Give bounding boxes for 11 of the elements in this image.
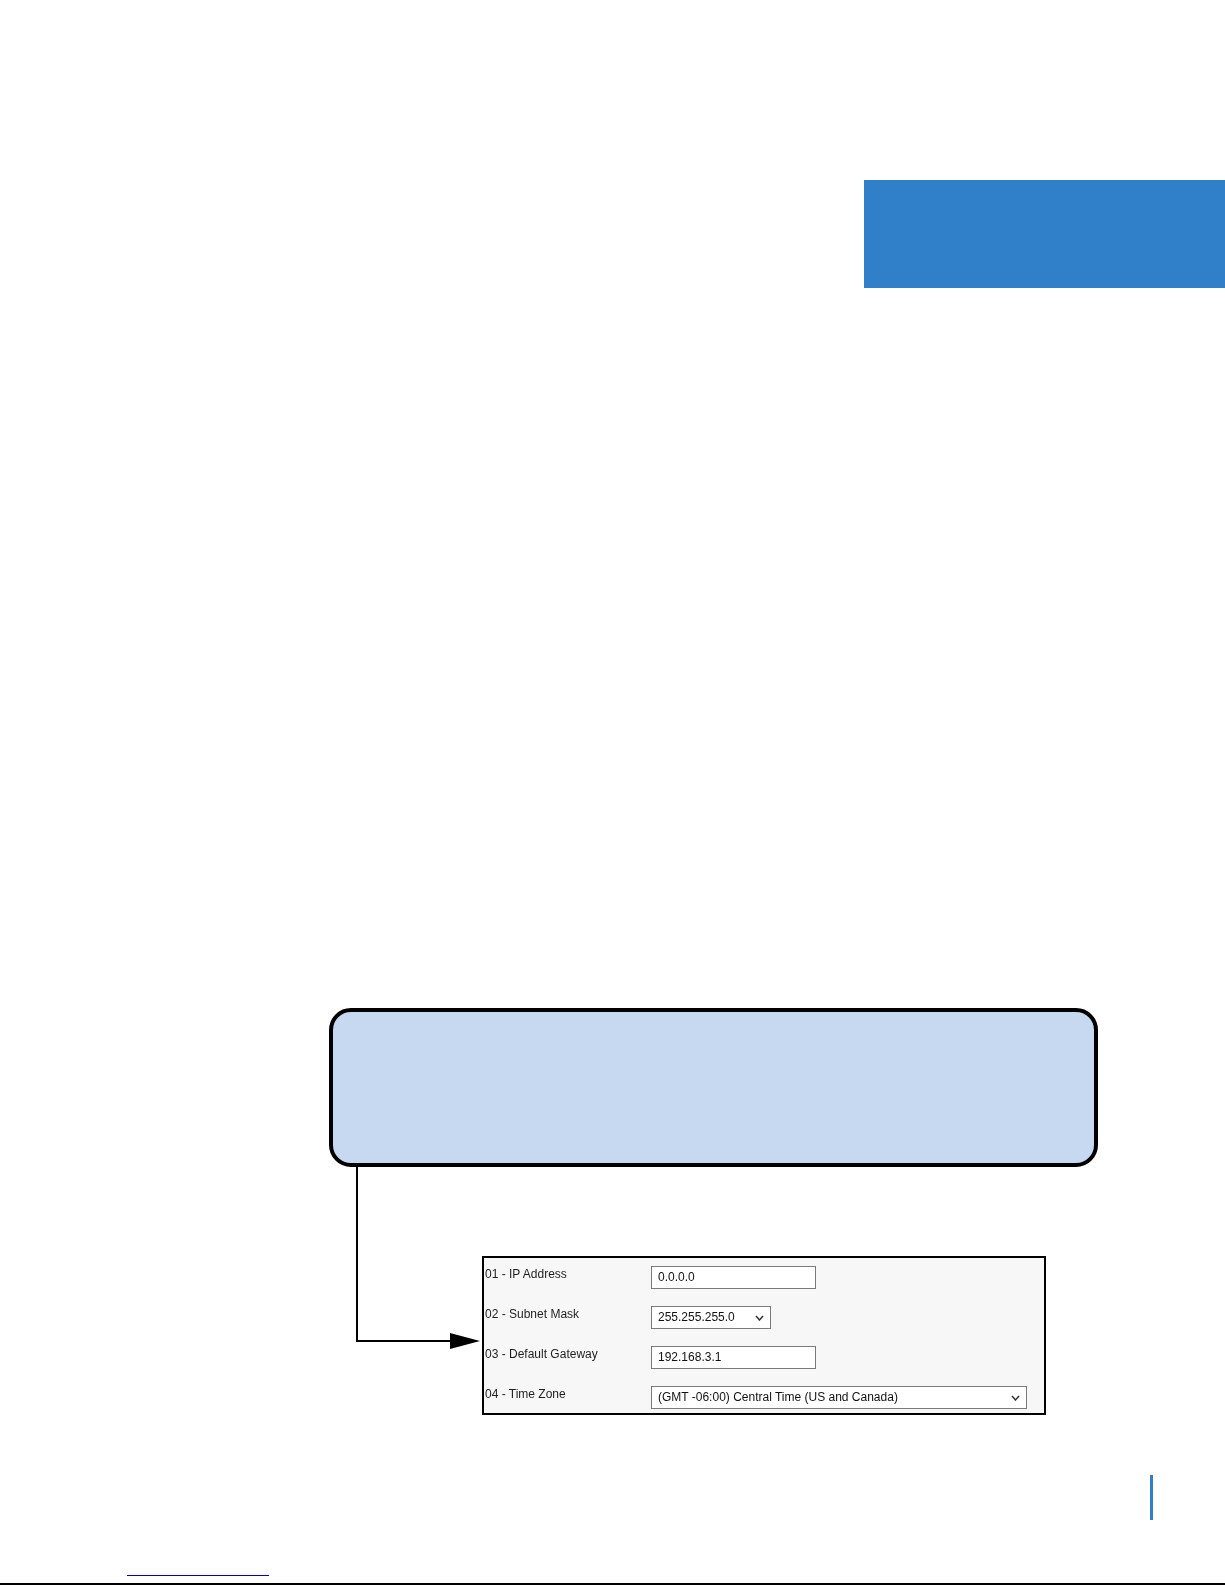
field-label: 01 - IP Address [485, 1266, 568, 1282]
field-label: 03 - Default Gateway [485, 1346, 599, 1362]
field-label: 04 - Time Zone [485, 1386, 567, 1402]
chevron-down-icon [1011, 1394, 1020, 1401]
input-field[interactable]: 192.168.3.1 [651, 1346, 816, 1369]
input-field[interactable]: 0.0.0.0 [651, 1266, 816, 1289]
accent-bar [1150, 1475, 1153, 1520]
chevron-down-icon [754, 1314, 764, 1321]
field-label: 02 - Subnet Mask [485, 1306, 581, 1322]
dropdown[interactable]: (GMT -06:00) Central Time (US and Canada) [651, 1386, 1027, 1409]
dropdown[interactable]: 255.255.255.0 [651, 1306, 771, 1329]
